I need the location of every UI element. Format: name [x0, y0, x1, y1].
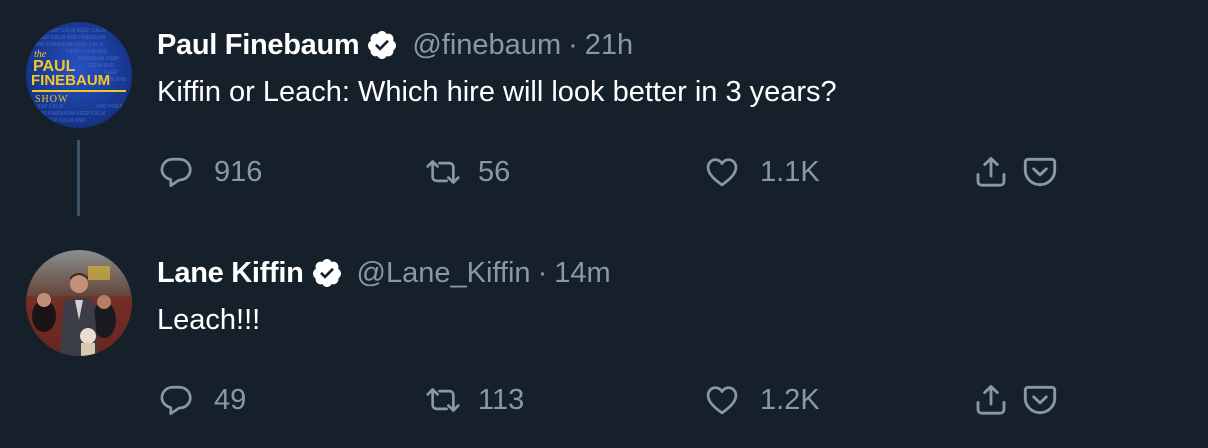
timestamp[interactable]: 21h: [585, 29, 633, 62]
tweet-text: Leach!!!: [157, 304, 261, 336]
svg-text:CALM AND: CALM AND: [88, 63, 115, 69]
retweet-count: 56: [478, 155, 511, 188]
share-icon: [976, 385, 1006, 415]
tweet-text: Kiffin or Leach: Which hire will look be…: [157, 76, 837, 108]
share-button[interactable]: [972, 152, 1010, 192]
share-icon: [976, 157, 1006, 187]
pocket-icon: [1023, 385, 1057, 415]
reply-icon: [160, 385, 192, 415]
tweet-actions: 49 113 1.2K: [0, 380, 1208, 420]
logo-text-finebaum: FINEBAUM: [31, 72, 110, 89]
pocket-icon: [1023, 157, 1057, 187]
separator-dot: ·: [537, 256, 548, 289]
pocket-button[interactable]: [1021, 380, 1059, 420]
svg-text:FINEBAUM KEEP: FINEBAUM KEEP: [78, 56, 120, 62]
display-name[interactable]: Paul Finebaum: [157, 29, 360, 62]
reply-button[interactable]: 49: [158, 380, 246, 420]
like-icon: [706, 386, 738, 415]
avatar[interactable]: KEEP CALM KEEP CALM KEEP CALM AND FINEBA…: [26, 22, 132, 128]
timestamp[interactable]: 14m: [554, 257, 610, 290]
retweet-icon: [426, 388, 460, 412]
tweet[interactable]: KEEP CALM KEEP CALM KEEP CALM AND FINEBA…: [0, 0, 1208, 230]
handle[interactable]: @Lane_Kiffin: [357, 257, 531, 290]
share-button[interactable]: [972, 380, 1010, 420]
svg-text:KEEP CALM KEEP CALM: KEEP CALM KEEP CALM: [46, 28, 106, 34]
display-name[interactable]: Lane Kiffin: [157, 257, 304, 290]
svg-text:AND FINEBAUM KEEP CALM: AND FINEBAUM KEEP CALM: [34, 42, 103, 48]
paul-finebaum-show-logo: KEEP CALM KEEP CALM KEEP CALM AND FINEBA…: [26, 22, 132, 128]
svg-text:KEEP CALM AND: KEEP CALM AND: [66, 49, 108, 55]
svg-text:KEEP CALM AND FINEBAUM: KEEP CALM AND FINEBAUM: [36, 35, 105, 41]
svg-text:AND FINEBAUM KEEP CALM: AND FINEBAUM KEEP CALM: [36, 111, 105, 117]
reply-button[interactable]: 916: [158, 152, 262, 192]
svg-text:KEEP CALM AND: KEEP CALM AND: [44, 118, 86, 124]
handle[interactable]: @finebaum: [412, 29, 561, 62]
retweet-button[interactable]: 56: [425, 152, 510, 192]
like-button[interactable]: 1.1K: [704, 152, 820, 192]
reply-count: 916: [214, 155, 263, 188]
like-button[interactable]: 1.2K: [704, 380, 820, 420]
retweet-button[interactable]: 113: [425, 380, 524, 420]
tweet[interactable]: Lane Kiffin @Lane_Kiffin · 14m Leach!!! …: [0, 230, 1208, 448]
retweet-count: 113: [478, 383, 525, 416]
tweet-header: Lane Kiffin @Lane_Kiffin · 14m: [157, 254, 611, 292]
svg-text:AND FINEBAUM: AND FINEBAUM: [96, 104, 132, 110]
lane-kiffin-photo: [26, 250, 132, 356]
like-count: 1.1K: [760, 155, 820, 188]
like-count: 1.2K: [760, 383, 820, 416]
tweet-actions: 916 56 1.1K: [0, 152, 1208, 192]
logo-text-show: SHOW: [35, 94, 68, 105]
like-icon: [706, 158, 738, 187]
pocket-button[interactable]: [1021, 152, 1059, 192]
tweet-header: Paul Finebaum @finebaum · 21h: [157, 26, 633, 64]
separator-dot: ·: [568, 28, 578, 61]
reply-icon: [160, 157, 192, 187]
reply-count: 49: [214, 383, 247, 416]
avatar[interactable]: [26, 250, 132, 356]
verified-icon: [312, 259, 341, 287]
verified-icon: [368, 31, 397, 59]
retweet-icon: [426, 160, 460, 184]
